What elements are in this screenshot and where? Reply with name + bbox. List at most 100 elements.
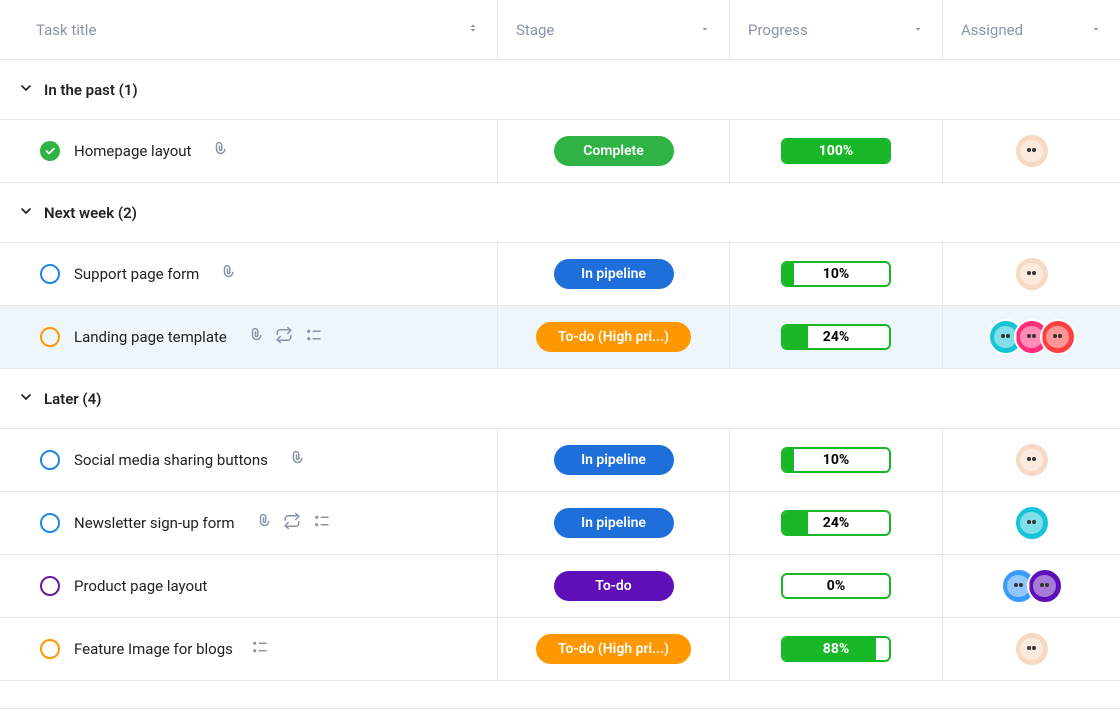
avatar-stack[interactable]: [1014, 256, 1050, 292]
avatar-stack[interactable]: [1014, 631, 1050, 667]
task-title[interactable]: Landing page template: [74, 328, 227, 346]
sort-icon[interactable]: [467, 21, 479, 39]
task-status-circle[interactable]: [40, 141, 60, 161]
progress-bar[interactable]: 10%: [781, 261, 891, 287]
stage-pill[interactable]: To-do (High pri...): [536, 634, 691, 664]
task-row[interactable]: Support page form In pipeline 10%: [0, 243, 1120, 306]
stage-pill[interactable]: To-do: [554, 571, 674, 601]
recurring-icon[interactable]: [283, 512, 301, 534]
task-status-circle[interactable]: [40, 576, 60, 596]
task-stage-cell: In pipeline: [497, 492, 729, 554]
caret-down-icon[interactable]: [1090, 21, 1102, 39]
table-footer-spacer: [0, 681, 1120, 709]
task-meta-icons: [286, 449, 304, 471]
task-row[interactable]: Landing page template To-do (High pri...)…: [0, 306, 1120, 369]
task-title[interactable]: Feature Image for blogs: [74, 640, 233, 658]
task-meta-icons: [217, 263, 235, 285]
task-title-cell: Landing page template: [0, 306, 497, 368]
task-assigned-cell: [942, 429, 1120, 491]
stage-pill[interactable]: In pipeline: [554, 445, 674, 475]
attachment-icon[interactable]: [209, 140, 227, 162]
avatar[interactable]: [1014, 133, 1050, 169]
caret-down-icon[interactable]: [699, 21, 711, 39]
avatar-stack[interactable]: [1014, 442, 1050, 478]
task-stage-cell: Complete: [497, 120, 729, 182]
progress-label: 100%: [783, 140, 889, 162]
avatar-stack[interactable]: [988, 319, 1076, 355]
stage-pill[interactable]: In pipeline: [554, 508, 674, 538]
task-meta-icons: [253, 512, 331, 534]
task-title[interactable]: Product page layout: [74, 577, 207, 595]
avatar-stack[interactable]: [1014, 505, 1050, 541]
header-assigned[interactable]: Assigned: [942, 0, 1120, 59]
task-progress-cell: 10%: [729, 429, 942, 491]
header-progress[interactable]: Progress: [729, 0, 942, 59]
subtasks-icon[interactable]: [305, 326, 323, 348]
task-title[interactable]: Homepage layout: [74, 142, 191, 160]
task-table: Task title Stage Progress Assigned In th…: [0, 0, 1120, 709]
group-header[interactable]: Later (4): [0, 369, 1120, 429]
header-task-title[interactable]: Task title: [0, 21, 497, 39]
avatar-stack[interactable]: [1014, 133, 1050, 169]
task-meta-icons: [251, 638, 269, 660]
group-header[interactable]: Next week (2): [0, 183, 1120, 243]
chevron-down-icon: [18, 80, 34, 100]
task-assigned-cell: [942, 492, 1120, 554]
subtasks-icon[interactable]: [251, 638, 269, 660]
progress-bar[interactable]: 10%: [781, 447, 891, 473]
task-title-cell: Support page form: [0, 243, 497, 305]
task-row[interactable]: Product page layout To-do 0%: [0, 555, 1120, 618]
task-status-circle[interactable]: [40, 450, 60, 470]
avatar[interactable]: [1014, 505, 1050, 541]
attachment-icon[interactable]: [217, 263, 235, 285]
attachment-icon[interactable]: [286, 449, 304, 471]
progress-label: 10%: [783, 449, 889, 471]
stage-pill[interactable]: Complete: [554, 136, 674, 166]
avatar[interactable]: [1027, 568, 1063, 604]
header-assigned-label: Assigned: [961, 21, 1023, 39]
attachment-icon[interactable]: [245, 326, 263, 348]
progress-label: 24%: [783, 326, 889, 348]
task-title[interactable]: Social media sharing buttons: [74, 451, 268, 469]
avatar[interactable]: [1014, 256, 1050, 292]
task-title-cell: Feature Image for blogs: [0, 618, 497, 680]
progress-label: 88%: [783, 638, 889, 660]
progress-bar[interactable]: 0%: [781, 573, 891, 599]
task-meta-icons: [209, 140, 227, 162]
group-header[interactable]: In the past (1): [0, 60, 1120, 120]
avatar-stack[interactable]: [1001, 568, 1063, 604]
task-row[interactable]: Feature Image for blogs To-do (High pri..…: [0, 618, 1120, 681]
progress-bar[interactable]: 100%: [781, 138, 891, 164]
task-stage-cell: To-do (High pri...): [497, 306, 729, 368]
progress-bar[interactable]: 88%: [781, 636, 891, 662]
subtasks-icon[interactable]: [313, 512, 331, 534]
attachment-icon[interactable]: [253, 512, 271, 534]
progress-bar[interactable]: 24%: [781, 510, 891, 536]
task-row[interactable]: Homepage layout Complete 100%: [0, 120, 1120, 183]
chevron-down-icon: [18, 203, 34, 223]
task-status-circle[interactable]: [40, 513, 60, 533]
avatar[interactable]: [1040, 319, 1076, 355]
task-status-circle[interactable]: [40, 327, 60, 347]
task-assigned-cell: [942, 306, 1120, 368]
task-row[interactable]: Newsletter sign-up form In pipeline 24%: [0, 492, 1120, 555]
progress-label: 24%: [783, 512, 889, 534]
avatar[interactable]: [1014, 631, 1050, 667]
task-status-circle[interactable]: [40, 639, 60, 659]
caret-down-icon[interactable]: [912, 21, 924, 39]
task-assigned-cell: [942, 618, 1120, 680]
recurring-icon[interactable]: [275, 326, 293, 348]
task-stage-cell: To-do (High pri...): [497, 618, 729, 680]
task-progress-cell: 88%: [729, 618, 942, 680]
task-title[interactable]: Support page form: [74, 265, 199, 283]
progress-label: 0%: [783, 575, 889, 597]
header-stage[interactable]: Stage: [497, 0, 729, 59]
progress-bar[interactable]: 24%: [781, 324, 891, 350]
stage-pill[interactable]: To-do (High pri...): [536, 322, 691, 352]
stage-pill[interactable]: In pipeline: [554, 259, 674, 289]
task-status-circle[interactable]: [40, 264, 60, 284]
task-title[interactable]: Newsletter sign-up form: [74, 514, 235, 532]
avatar[interactable]: [1014, 442, 1050, 478]
task-progress-cell: 0%: [729, 555, 942, 617]
task-row[interactable]: Social media sharing buttons In pipeline 1…: [0, 429, 1120, 492]
